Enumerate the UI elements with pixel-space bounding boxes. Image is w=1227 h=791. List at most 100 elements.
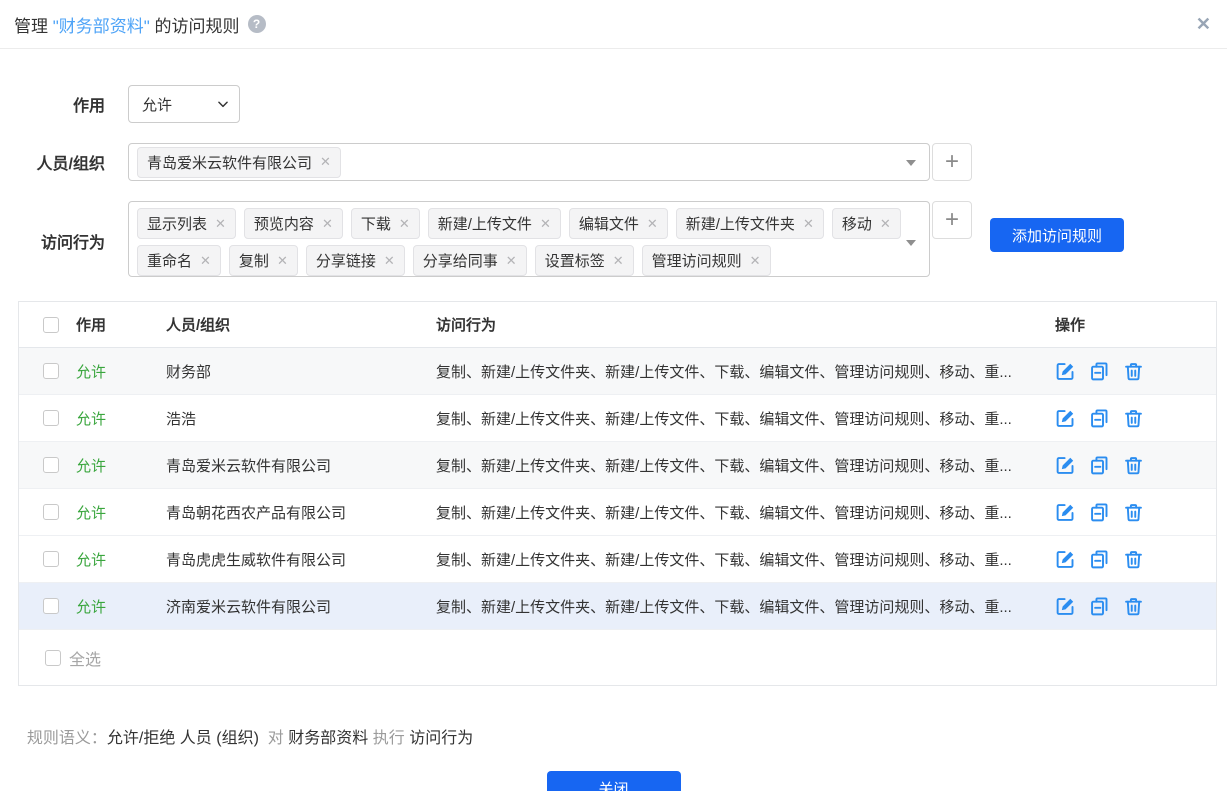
tag-label: 青岛爱米云软件有限公司 (147, 152, 312, 173)
rules-table: 作用 人员/组织 访问行为 操作 允许 财务部 复制、新建/上传文件夹、新建/上… (18, 301, 1217, 686)
select-all-label: 全选 (69, 646, 101, 670)
tag-label: 预览内容 (254, 213, 314, 234)
row-people: 济南爱米云软件有限公司 (166, 596, 436, 617)
row-effect: 允许 (76, 408, 166, 429)
delete-icon[interactable] (1123, 596, 1144, 617)
row-checkbox[interactable] (43, 410, 59, 426)
row-behaviors: 复制、新建/上传文件夹、新建/上传文件、下载、编辑文件、管理访问规则、移动、重.… (436, 408, 1054, 429)
tag-remove-icon[interactable]: ✕ (613, 253, 624, 269)
page-title: 管理 "财务部资料" 的访问规则 (14, 12, 240, 37)
rule-form: 作用 允许 人员/组织 青岛爱米云软件有限公司✕ + 访问行为 显示列表✕预览内… (0, 85, 1227, 277)
tag-label: 移动 (842, 213, 872, 234)
add-behavior-button[interactable]: + (932, 201, 972, 239)
tag-remove-icon[interactable]: ✕ (647, 216, 658, 232)
tag: 重命名 ✕ (137, 245, 221, 276)
behavior-tag-line: 重命名✕复制✕分享链接✕分享给同事✕设置标签✕管理访问规则✕ (137, 245, 899, 276)
tag-label: 重命名 (147, 250, 192, 271)
row-checkbox[interactable] (43, 551, 59, 567)
delete-icon[interactable] (1123, 502, 1144, 523)
row-people: 青岛朝花西农产品有限公司 (166, 502, 436, 523)
tag: 分享给同事 ✕ (413, 245, 527, 276)
copy-icon[interactable] (1089, 549, 1110, 570)
tag-remove-icon[interactable]: ✕ (215, 216, 226, 232)
tag: 下载 ✕ (351, 208, 420, 239)
tag-label: 新建/上传文件 (438, 213, 532, 234)
tag-remove-icon[interactable]: ✕ (200, 253, 211, 269)
row-checkbox[interactable] (43, 363, 59, 379)
row-effect: 允许 (76, 502, 166, 523)
tag: 显示列表 ✕ (137, 208, 236, 239)
tag-label: 分享给同事 (423, 250, 498, 271)
edit-icon[interactable] (1055, 549, 1076, 570)
header-actions: 操作 (1054, 314, 1216, 335)
table-row: 允许 青岛朝花西农产品有限公司 复制、新建/上传文件夹、新建/上传文件、下载、编… (19, 489, 1216, 536)
select-all-checkbox[interactable] (45, 650, 61, 666)
delete-icon[interactable] (1123, 549, 1144, 570)
tag-remove-icon[interactable]: ✕ (384, 253, 395, 269)
effect-select[interactable]: 允许 (128, 85, 240, 123)
tag: 预览内容 ✕ (244, 208, 343, 239)
tag: 新建/上传文件 ✕ (428, 208, 561, 239)
edit-icon[interactable] (1055, 408, 1076, 429)
copy-icon[interactable] (1089, 596, 1110, 617)
row-effect: 允许 (76, 596, 166, 617)
row-checkbox[interactable] (43, 598, 59, 614)
rule-semantics-segment: 访问行为 (409, 730, 473, 747)
behaviors-dropdown-icon[interactable] (906, 240, 916, 246)
people-dropdown-icon[interactable] (906, 160, 916, 166)
tag-label: 显示列表 (147, 213, 207, 234)
tag-label: 管理访问规则 (652, 250, 742, 271)
row-behaviors: 复制、新建/上传文件夹、新建/上传文件、下载、编辑文件、管理访问规则、移动、重.… (436, 361, 1054, 382)
edit-icon[interactable] (1055, 455, 1076, 476)
copy-icon[interactable] (1089, 455, 1110, 476)
title-suffix: 的访问规则 (150, 12, 240, 37)
rule-semantics-segment: 允许/拒绝 人员 (组织) (107, 730, 263, 747)
add-people-button[interactable]: + (932, 143, 972, 181)
header-behavior: 访问行为 (436, 314, 1054, 335)
tag-remove-icon[interactable]: ✕ (540, 216, 551, 232)
delete-icon[interactable] (1123, 455, 1144, 476)
tag-remove-icon[interactable]: ✕ (320, 154, 331, 170)
row-checkbox[interactable] (43, 457, 59, 473)
edit-icon[interactable] (1055, 361, 1076, 382)
copy-icon[interactable] (1089, 408, 1110, 429)
table-row: 允许 浩浩 复制、新建/上传文件夹、新建/上传文件、下载、编辑文件、管理访问规则… (19, 395, 1216, 442)
effect-label: 作用 (0, 92, 105, 116)
title-target-name: "财务部资料" (53, 12, 150, 37)
people-label: 人员/组织 (0, 150, 105, 174)
people-input[interactable]: 青岛爱米云软件有限公司 ✕ (128, 143, 930, 181)
tag-label: 下载 (361, 213, 391, 234)
tag-remove-icon[interactable]: ✕ (750, 253, 761, 269)
title-prefix: 管理 (14, 12, 53, 37)
help-icon[interactable]: ? (248, 15, 266, 33)
edit-icon[interactable] (1055, 502, 1076, 523)
row-effect: 允许 (76, 549, 166, 570)
header-effect: 作用 (76, 314, 166, 335)
tag-remove-icon[interactable]: ✕ (880, 216, 891, 232)
copy-icon[interactable] (1089, 502, 1110, 523)
chevron-down-icon (216, 97, 230, 111)
row-people: 青岛爱米云软件有限公司 (166, 455, 436, 476)
copy-icon[interactable] (1089, 361, 1110, 382)
tag-remove-icon[interactable]: ✕ (506, 253, 517, 269)
table-row: 允许 财务部 复制、新建/上传文件夹、新建/上传文件、下载、编辑文件、管理访问规… (19, 348, 1216, 395)
behaviors-input[interactable]: 显示列表✕预览内容✕下载✕新建/上传文件✕编辑文件✕新建/上传文件夹✕移动✕重命… (128, 201, 930, 277)
tag: 管理访问规则 ✕ (642, 245, 771, 276)
tag-remove-icon[interactable]: ✕ (803, 216, 814, 232)
tag-remove-icon[interactable]: ✕ (322, 216, 333, 232)
rule-semantics-label: 规则语义： (27, 730, 107, 747)
edit-icon[interactable] (1055, 596, 1076, 617)
close-icon[interactable]: ✕ (1196, 15, 1211, 33)
tag-remove-icon[interactable]: ✕ (277, 253, 288, 269)
header-checkbox[interactable] (43, 317, 59, 333)
row-checkbox[interactable] (43, 504, 59, 520)
delete-icon[interactable] (1123, 408, 1144, 429)
row-behaviors: 复制、新建/上传文件夹、新建/上传文件、下载、编辑文件、管理访问规则、移动、重.… (436, 455, 1054, 476)
row-behaviors: 复制、新建/上传文件夹、新建/上传文件、下载、编辑文件、管理访问规则、移动、重.… (436, 502, 1054, 523)
tag: 移动 ✕ (832, 208, 901, 239)
delete-icon[interactable] (1123, 361, 1144, 382)
add-rule-button[interactable]: 添加访问规则 (990, 218, 1124, 252)
tag-remove-icon[interactable]: ✕ (399, 216, 410, 232)
row-people: 浩浩 (166, 408, 436, 429)
close-button[interactable]: 关闭 (547, 771, 681, 791)
